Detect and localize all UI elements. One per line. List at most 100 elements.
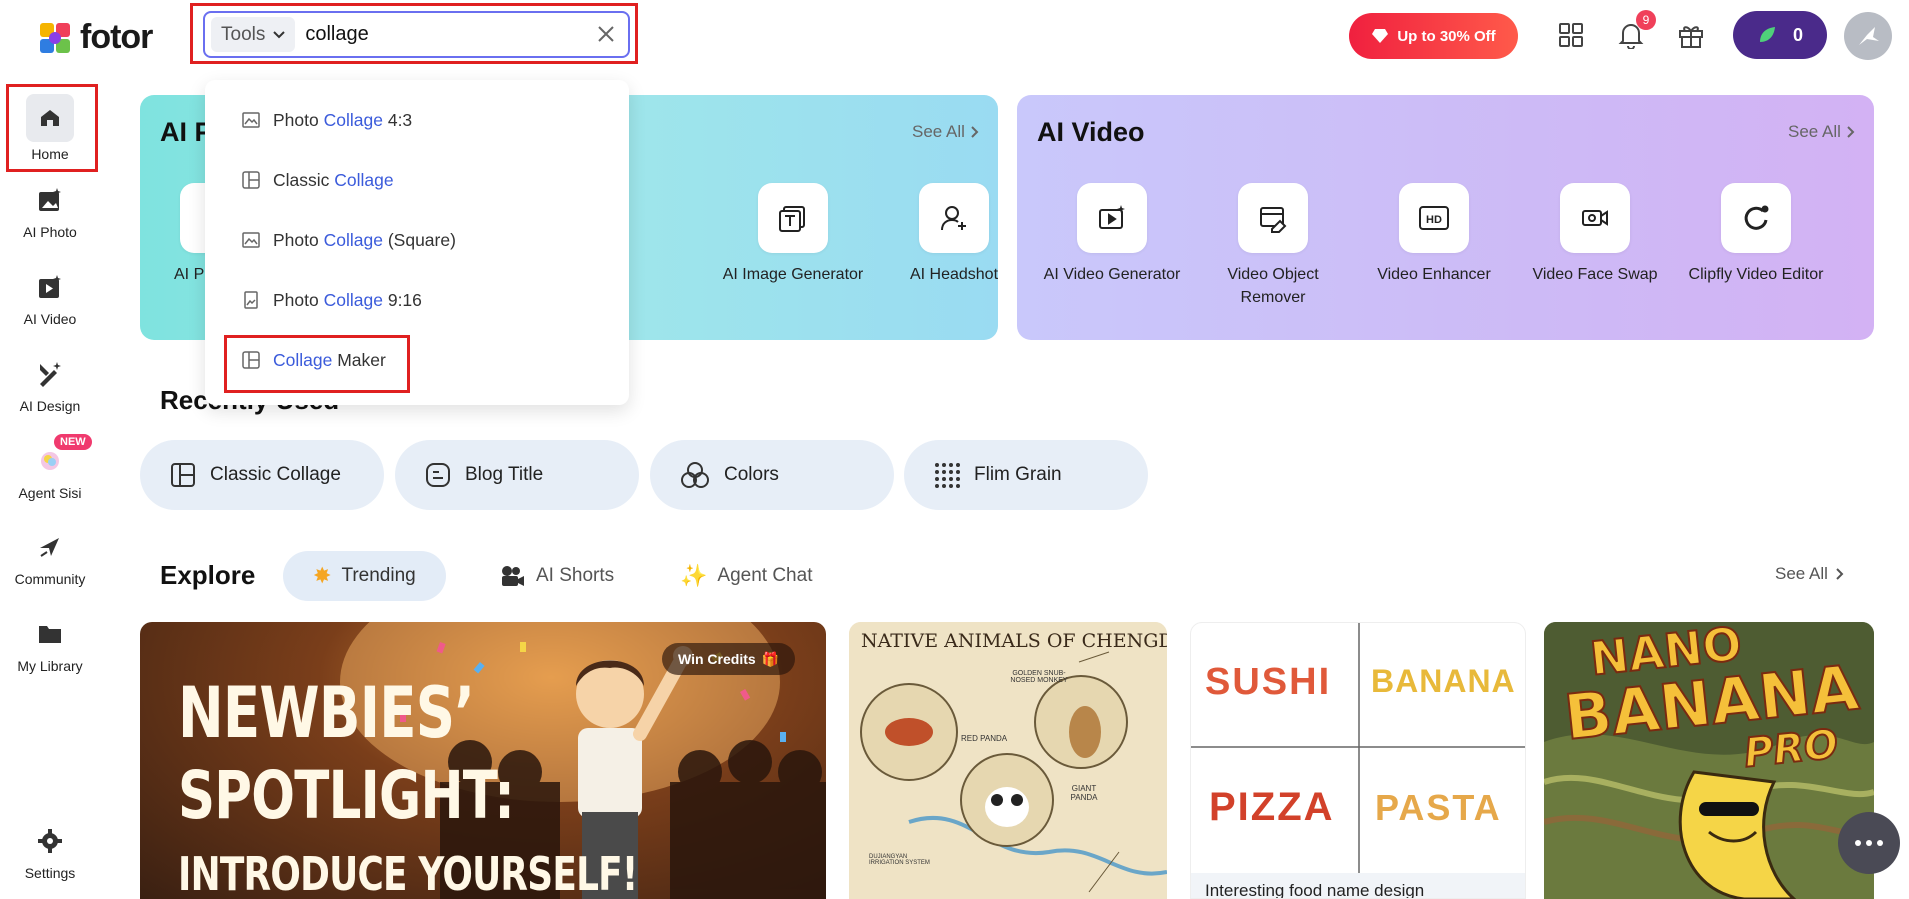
map-label-dujiangyan: DUJIANGYAN IRRIGATION SYSTEM xyxy=(869,854,930,866)
food-tile-caption: Interesting food name design xyxy=(1205,881,1425,899)
recent-chip-blog-title[interactable]: Blog Title xyxy=(395,440,639,510)
sidebar-item-label: My Library xyxy=(17,658,83,674)
ai-photo-see-all-link[interactable]: See All xyxy=(912,122,979,142)
sidebar-item-label: AI Design xyxy=(19,398,81,414)
dot-icon xyxy=(1866,840,1872,846)
svg-text:HD: HD xyxy=(1426,214,1442,226)
layout-icon xyxy=(241,170,261,190)
suggestion-prefix: Classic xyxy=(273,169,335,190)
bell-icon[interactable]: 9 xyxy=(1614,10,1656,52)
promo-label: Up to 30% Off xyxy=(1397,27,1496,45)
sidebar-item-label: AI Video xyxy=(23,311,77,327)
win-credits-label: Win Credits xyxy=(678,651,756,667)
tool-ai-image-generator[interactable]: AI Image Generator xyxy=(718,183,868,286)
recent-chip-classic-collage[interactable]: Classic Collage xyxy=(140,440,384,510)
sidebar-item-ai-design[interactable]: AI Design xyxy=(0,354,100,414)
recent-chip-film-grain[interactable]: Flim Grain xyxy=(904,440,1148,510)
tool-video-object-remover[interactable]: Video Object Remover xyxy=(1198,183,1348,309)
ai-video-icon xyxy=(30,267,70,307)
see-all-label: See All xyxy=(912,122,965,141)
tool-label: AI Headshot xyxy=(909,266,998,283)
sidebar-item-settings[interactable]: Settings xyxy=(0,821,100,881)
user-avatar[interactable] xyxy=(1844,12,1892,60)
film-camera-icon xyxy=(502,566,524,586)
blog-icon xyxy=(426,463,450,487)
ai-design-icon xyxy=(30,354,70,394)
sidebar-item-ai-photo[interactable]: AI Photo xyxy=(0,180,100,240)
sidebar-item-ai-video[interactable]: AI Video xyxy=(0,267,100,327)
suggestion-photo-collage-4-3[interactable]: Photo Collage 4:3 xyxy=(205,98,629,142)
fotor-home-page: fotor Tools Up to 30% Off 9 xyxy=(0,0,1909,899)
layout-icon xyxy=(171,463,195,487)
tab-ai-shorts[interactable]: AI Shorts xyxy=(470,551,644,601)
ai-photo-icon xyxy=(30,180,70,220)
gift-icon: 🎁 xyxy=(761,650,780,667)
see-all-label: See All xyxy=(1775,564,1828,583)
tab-label: AI Shorts xyxy=(536,565,615,586)
chip-label: Colors xyxy=(724,464,779,485)
suggestion-match: Collage xyxy=(323,109,383,130)
explore-tile-native-animals-map[interactable]: NATIVE ANIMALS OF CHENGDU GOLDEN SNUB-NO… xyxy=(849,622,1167,899)
sparkle-star-icon: ✸ xyxy=(313,563,332,588)
explore-tile-nano-banana-pro[interactable]: NANO BANANA PRO xyxy=(1544,622,1874,899)
folder-icon xyxy=(30,614,70,654)
hd-icon: HD xyxy=(1399,183,1469,253)
explore-see-all-link[interactable]: See All xyxy=(1775,564,1844,584)
credits-button[interactable]: 0 xyxy=(1733,11,1827,59)
gift-icon[interactable] xyxy=(1674,18,1708,52)
search-highlight-box xyxy=(190,3,638,64)
tab-agent-chat[interactable]: ✨ Agent Chat xyxy=(650,551,842,601)
see-all-label: See All xyxy=(1788,122,1841,141)
sidebar-item-label: AI Photo xyxy=(23,224,77,240)
tool-ai-headshot[interactable]: AI Headshot xyxy=(879,183,998,286)
tab-trending[interactable]: ✸ Trending xyxy=(283,551,446,601)
map-label-monkey: GOLDEN SNUB-NOSED MONKEY xyxy=(1010,670,1068,684)
explore-title: Explore xyxy=(160,560,256,590)
sidebar-item-my-library[interactable]: My Library xyxy=(0,614,100,674)
sidebar-item-label: Community xyxy=(14,571,86,587)
left-sidebar: Home AI Photo AI Video AI Design NEW Age xyxy=(0,72,100,899)
dot-icon xyxy=(1855,840,1861,846)
explore-tile-food-name-design[interactable]: SUSHI BANANA PIZZA PASTA Interesting foo… xyxy=(1190,622,1526,899)
tool-ai-video-generator[interactable]: AI Video Generator xyxy=(1037,183,1187,286)
user-plus-icon xyxy=(919,183,989,253)
sidebar-item-community[interactable]: Community xyxy=(0,527,100,587)
tool-video-face-swap[interactable]: Video Face Swap xyxy=(1520,183,1670,286)
tool-label: AI Video Generator xyxy=(1043,266,1181,283)
suggestion-match: Collage xyxy=(323,289,383,310)
sidebar-item-agent-sisi[interactable]: Agent Sisi xyxy=(0,441,100,501)
fotor-logo[interactable]: fotor xyxy=(38,18,153,57)
chip-label: Flim Grain xyxy=(974,464,1062,485)
suggestion-classic-collage[interactable]: Classic Collage xyxy=(205,158,629,202)
chevron-right-icon xyxy=(971,126,979,138)
spotlight-line-1: NEWBIES’ xyxy=(178,672,475,754)
chip-label: Blog Title xyxy=(465,464,544,485)
ai-video-see-all-link[interactable]: See All xyxy=(1788,122,1855,142)
tool-clipfly-video-editor[interactable]: Clipfly Video Editor xyxy=(1681,183,1831,286)
food-tile-caption-bar: Interesting food name design xyxy=(1191,873,1525,899)
suggestion-photo-collage-square[interactable]: Photo Collage (Square) xyxy=(205,218,629,262)
community-icon xyxy=(30,527,70,567)
map-label-red-panda: RED PANDA xyxy=(961,734,1008,743)
suggestion-match: Collage xyxy=(334,169,394,190)
map-title: NATIVE ANIMALS OF CHENGDU xyxy=(861,630,1167,652)
leaf-icon xyxy=(1759,27,1775,42)
apps-grid-icon[interactable] xyxy=(1554,18,1588,52)
tool-video-enhancer[interactable]: HD Video Enhancer xyxy=(1359,183,1509,286)
tool-label: AI Image Generator xyxy=(722,266,864,283)
fotor-logo-icon xyxy=(40,22,70,53)
suggestion-photo-collage-9-16[interactable]: Photo Collage 9:16 xyxy=(205,278,629,322)
portrait-image-icon xyxy=(241,290,261,310)
explore-tile-newbies-spotlight[interactable]: Win Credits 🎁 NEWBIES’ SPOTLIGHT: INTROD… xyxy=(140,622,826,899)
bird-avatar-icon xyxy=(1859,27,1879,45)
win-credits-badge[interactable]: Win Credits 🎁 xyxy=(662,643,796,675)
promo-button[interactable]: Up to 30% Off xyxy=(1349,13,1518,59)
map-label-giant-panda: GIANT PANDA xyxy=(1070,784,1098,802)
color-circles-icon xyxy=(681,462,709,488)
gear-icon xyxy=(30,821,70,861)
video-sparkle-icon xyxy=(1077,183,1147,253)
more-options-floating-button[interactable] xyxy=(1838,812,1900,874)
recent-chip-colors[interactable]: Colors xyxy=(650,440,894,510)
tab-label: Agent Chat xyxy=(717,565,813,586)
agent-sisi-icon xyxy=(30,441,70,481)
